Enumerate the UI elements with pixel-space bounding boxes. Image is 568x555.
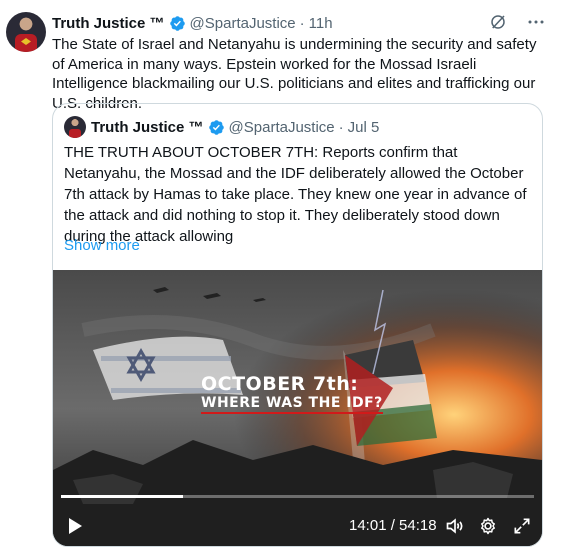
author-avatar[interactable] — [6, 12, 46, 52]
video-title-line1: OCTOBER 7th: — [201, 373, 359, 395]
video-overlay-title: OCTOBER 7th: WHERE WAS THE IDF? — [201, 374, 383, 414]
quoted-tweet-time[interactable]: Jul 5 — [348, 119, 380, 136]
tweet: Truth Justice ™ @SpartaJustice · 11h The… — [0, 0, 568, 555]
author-name[interactable]: Truth Justice ™ — [52, 15, 165, 32]
verified-badge-icon — [169, 15, 185, 31]
video-progress-fill — [61, 495, 184, 498]
quoted-tweet-text: THE TRUTH ABOUT OCTOBER 7TH: Reports con… — [64, 144, 527, 245]
tweet-text: The State of Israel and Netanyahu is und… — [52, 36, 537, 112]
settings-gear-icon[interactable] — [478, 516, 498, 536]
quoted-author-handle[interactable]: @SpartaJustice — [229, 119, 335, 136]
video-time: 14:01 / 54:18 — [349, 517, 437, 534]
tweet-header-actions — [488, 12, 546, 32]
quoted-author-avatar[interactable] — [64, 116, 86, 138]
grok-icon[interactable] — [488, 12, 508, 32]
quoted-author-name[interactable]: Truth Justice ™ — [91, 119, 204, 136]
verified-badge-icon — [208, 119, 224, 135]
more-options-icon[interactable] — [526, 12, 546, 32]
author-handle[interactable]: @SpartaJustice — [190, 15, 296, 32]
quoted-tweet-header: Truth Justice ™ @SpartaJustice · Jul 5 — [91, 117, 379, 137]
video-player[interactable]: OCTOBER 7th: WHERE WAS THE IDF? 14:01 / … — [53, 270, 542, 546]
quoted-tweet[interactable]: Truth Justice ™ @SpartaJustice · Jul 5 T… — [52, 103, 543, 547]
video-title-line2: WHERE WAS THE IDF? — [201, 394, 383, 414]
show-more-link[interactable]: Show more — [64, 237, 140, 254]
video-progress-bar[interactable] — [61, 495, 534, 498]
separator-dot: · — [299, 14, 305, 32]
tweet-time[interactable]: 11h — [309, 15, 333, 32]
fullscreen-icon[interactable] — [512, 516, 532, 536]
play-icon[interactable] — [67, 517, 83, 535]
video-controls: 14:01 / 54:18 — [53, 513, 542, 539]
separator-dot: · — [338, 118, 344, 136]
volume-icon[interactable] — [445, 516, 465, 536]
tweet-header: Truth Justice ™ @SpartaJustice · 11h — [52, 13, 333, 33]
